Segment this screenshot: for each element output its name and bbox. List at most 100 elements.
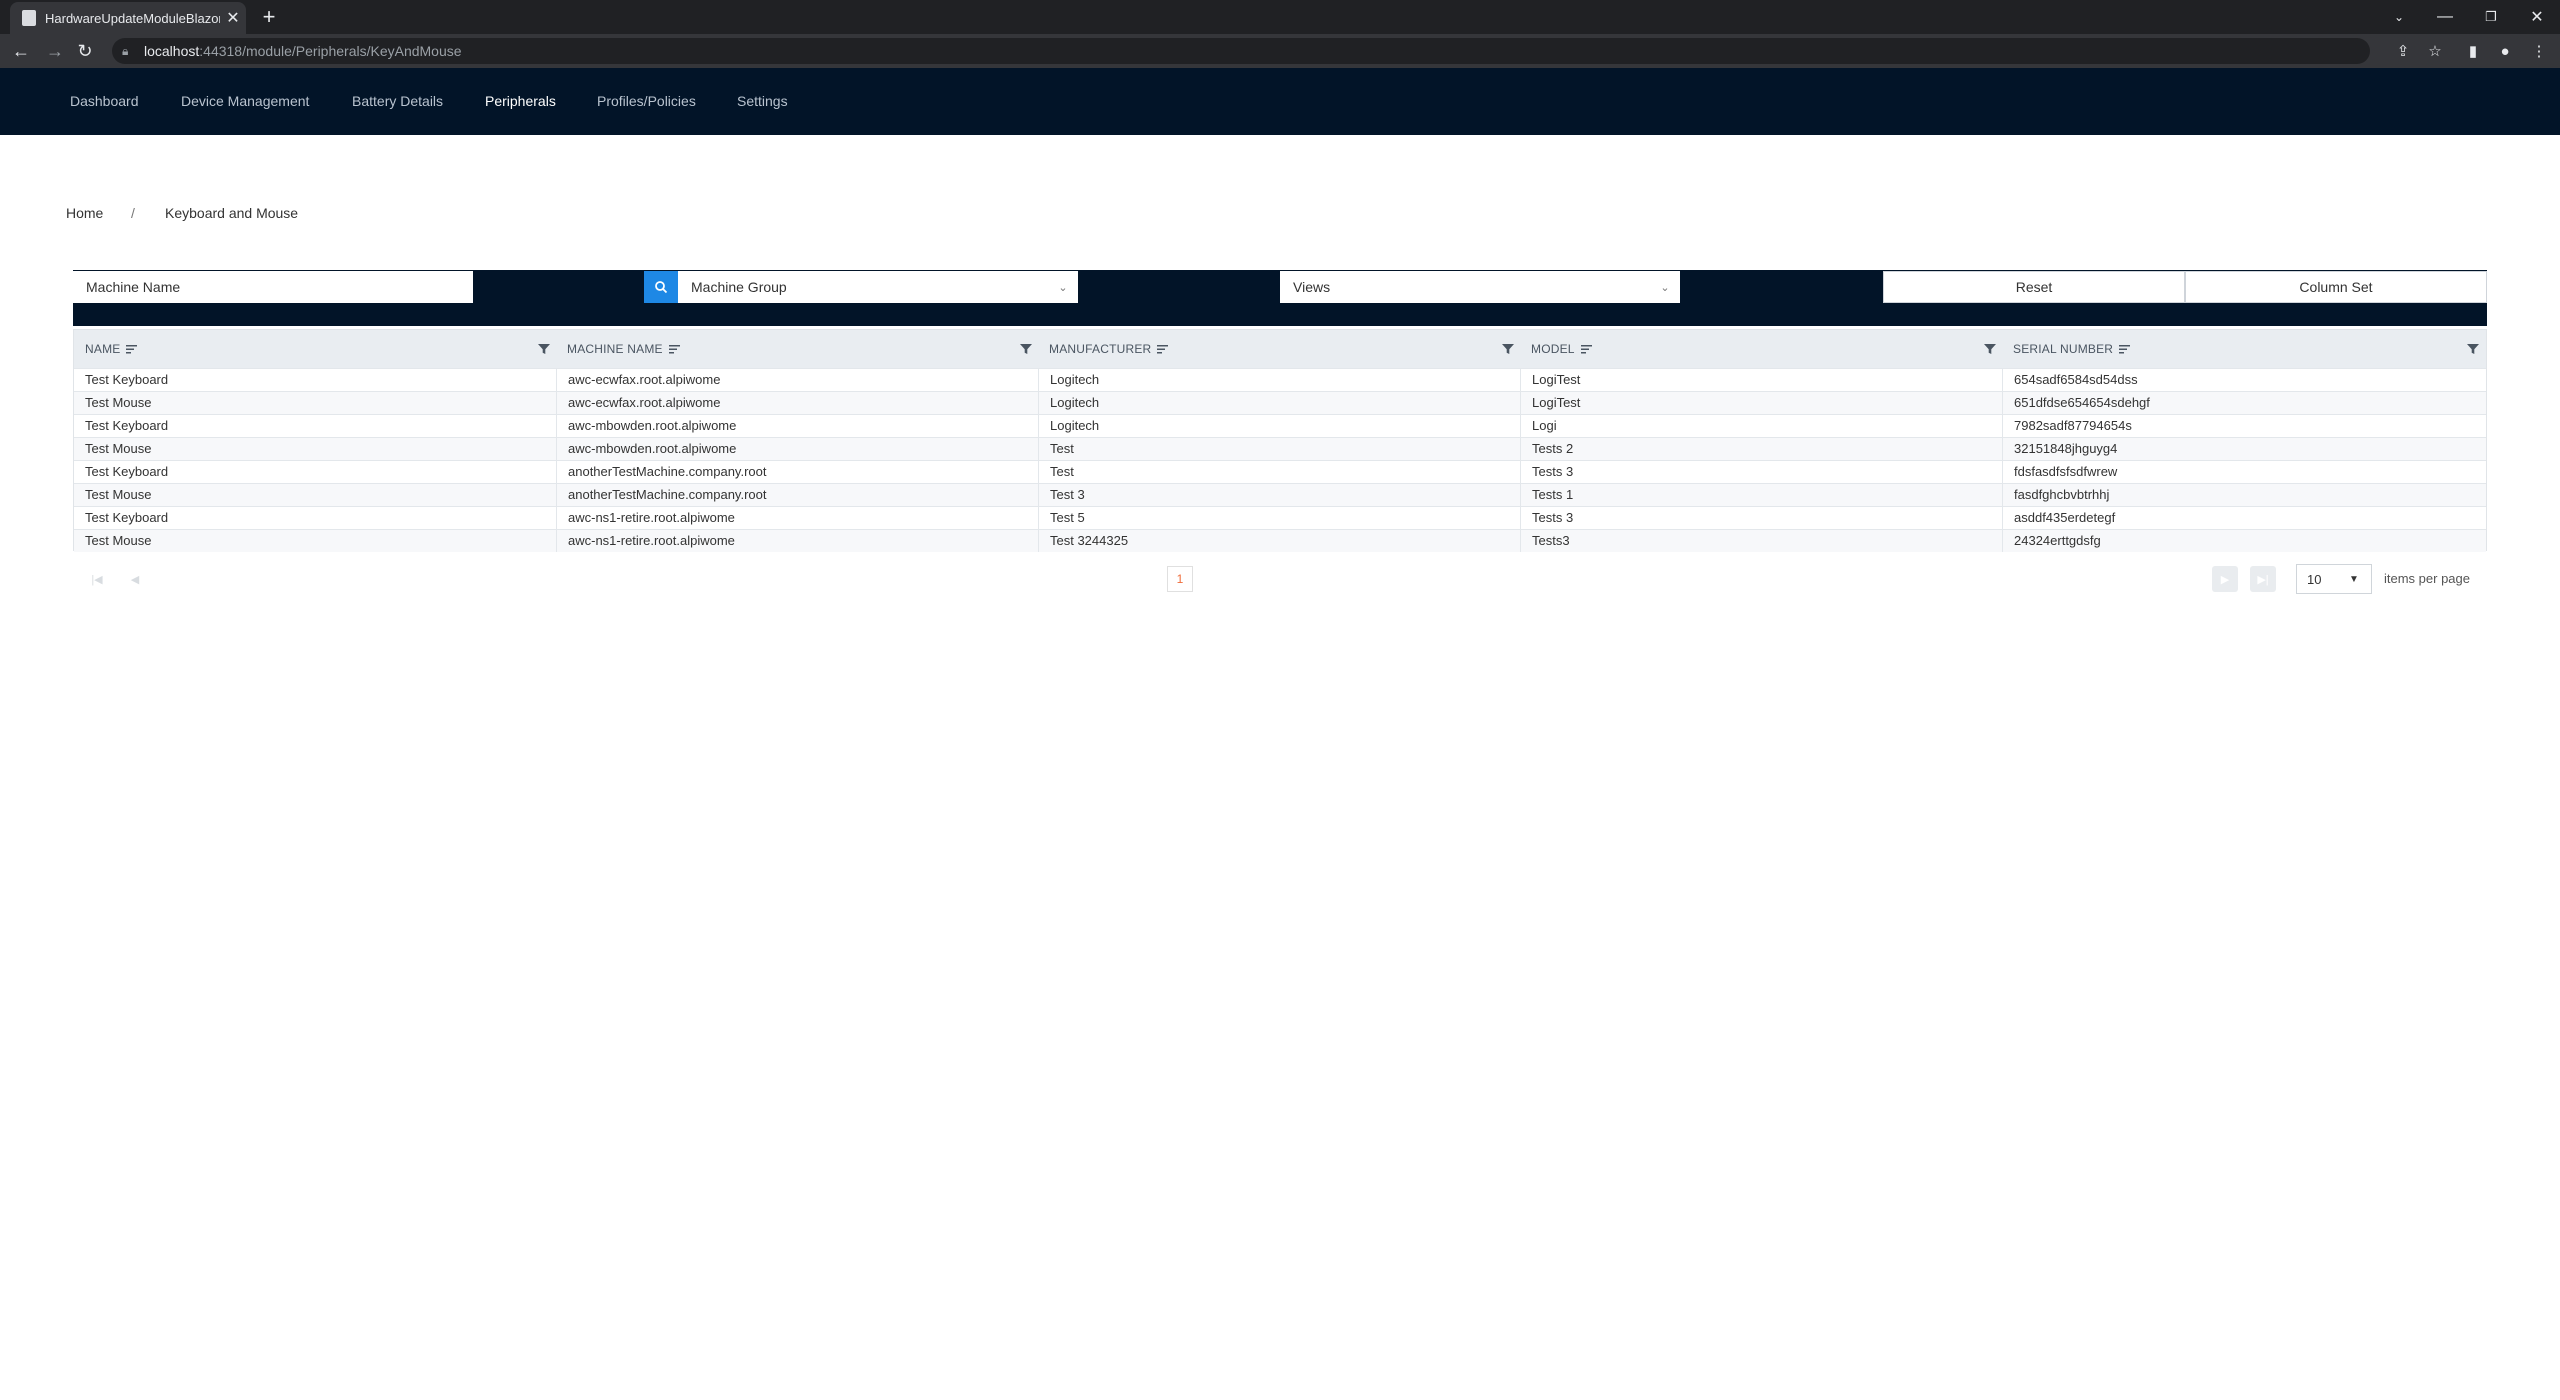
reload-icon[interactable]: ↻ [72, 38, 98, 64]
star-icon[interactable]: ☆ [2422, 38, 2448, 64]
table-row[interactable]: Test Keyboard awc-ns1-retire.root.alpiwo… [74, 506, 2486, 529]
cell-serial-number: fdsfasdfsfsdfwrew [2002, 461, 2486, 483]
chevron-down-icon: ⌄ [1660, 281, 1670, 294]
cell-model: Tests 3 [1520, 461, 2002, 483]
address-bar-row: ← → ↻ 🔒︎ localhost:44318/module/Peripher… [0, 34, 2560, 68]
table-row[interactable]: Test Keyboard awc-ecwfax.root.alpiwome L… [74, 368, 2486, 391]
sort-icon[interactable] [126, 344, 138, 354]
url-text: localhost:44318/module/Peripherals/KeyAn… [144, 43, 462, 59]
chevron-down-icon: ⌄ [1058, 281, 1068, 294]
last-page-icon[interactable]: ▶| [2250, 566, 2276, 592]
close-icon[interactable]: ✕ [220, 8, 246, 28]
filter-bar: Machine Name Machine Group ⌄ Views ⌄ Res… [73, 270, 2487, 326]
cell-serial-number: 651dfdse654654sdehgf [2002, 392, 2486, 414]
column-set-button[interactable]: Column Set [2185, 271, 2487, 303]
column-header-machine-name[interactable]: MACHINE NAME [556, 330, 681, 368]
cell-machine-name: awc-ns1-retire.root.alpiwome [556, 507, 1038, 529]
reset-button[interactable]: Reset [1883, 271, 2185, 303]
pager: |◀ ◀ 1 ▶ ▶| 10 ▼ items per page [73, 561, 2487, 597]
cell-serial-number: 24324erttgdsfg [2002, 530, 2486, 552]
breadcrumb-current: Keyboard and Mouse [165, 205, 299, 221]
filter-icon[interactable] [1984, 343, 1996, 355]
cell-manufacturer: Test 3 [1038, 484, 1520, 506]
page-size-select[interactable]: 10 ▼ [2296, 564, 2372, 594]
cell-manufacturer: Logitech [1038, 415, 1520, 437]
cell-model: Tests 3 [1520, 507, 2002, 529]
nav-dashboard[interactable]: Dashboard [70, 68, 139, 135]
machine-name-input[interactable]: Machine Name [73, 271, 473, 303]
cell-machine-name: awc-ecwfax.root.alpiwome [556, 369, 1038, 391]
nav-settings[interactable]: Settings [737, 68, 788, 135]
prev-page-icon[interactable]: ◀ [122, 566, 148, 592]
table-row[interactable]: Test Keyboard awc-mbowden.root.alpiwome … [74, 414, 2486, 437]
browser-tab[interactable]: HardwareUpdateModuleBlazor ✕ [10, 2, 246, 34]
cell-model: LogiTest [1520, 392, 2002, 414]
sort-icon[interactable] [668, 344, 681, 354]
profile-icon[interactable]: ● [2492, 38, 2518, 64]
machine-group-select[interactable]: Machine Group ⌄ [678, 271, 1078, 303]
cell-manufacturer: Test 5 [1038, 507, 1520, 529]
cell-manufacturer: Test [1038, 438, 1520, 460]
share-icon[interactable]: ⇪ [2390, 38, 2416, 64]
cell-manufacturer: Test 3244325 [1038, 530, 1520, 552]
cell-name: Test Mouse [85, 533, 152, 548]
nav-peripherals[interactable]: Peripherals [485, 68, 556, 135]
column-header-model[interactable]: MODEL [1520, 330, 1593, 368]
sort-icon[interactable] [2119, 344, 2131, 354]
views-select[interactable]: Views ⌄ [1280, 271, 1680, 303]
minimize-icon[interactable]: — [2422, 0, 2468, 34]
cell-serial-number: asddf435erdetegf [2002, 507, 2486, 529]
chevron-down-icon[interactable]: ⌄ [2376, 0, 2422, 34]
back-icon[interactable]: ← [8, 38, 34, 64]
cell-model: Logi [1520, 415, 2002, 437]
table-row[interactable]: Test Keyboard anotherTestMachine.company… [74, 460, 2486, 483]
sort-icon[interactable] [1157, 344, 1169, 354]
caret-down-icon: ▼ [2349, 573, 2359, 585]
cell-name: Test Keyboard [85, 372, 169, 387]
sort-icon[interactable] [1580, 344, 1593, 354]
close-window-icon[interactable]: ✕ [2514, 0, 2560, 34]
table-row[interactable]: Test Mouse awc-mbowden.root.alpiwome Tes… [74, 437, 2486, 460]
breadcrumb-home[interactable]: Home [66, 205, 103, 221]
nav-battery-details[interactable]: Battery Details [352, 68, 443, 135]
cell-name: Test Mouse [85, 441, 152, 456]
cell-model: LogiTest [1520, 369, 2002, 391]
table-row[interactable]: Test Mouse awc-ecwfax.root.alpiwome Logi… [74, 391, 2486, 414]
lock-icon: 🔒︎ [122, 43, 129, 58]
column-header-name[interactable]: NAME [74, 330, 138, 368]
filter-icon[interactable] [2467, 343, 2479, 355]
cell-name: Test Keyboard [85, 464, 169, 479]
menu-icon[interactable]: ⋮ [2526, 38, 2552, 64]
cell-model: Tests 1 [1520, 484, 2002, 506]
table-row[interactable]: Test Mouse anotherTestMachine.company.ro… [74, 483, 2486, 506]
sidebar-icon[interactable]: ▮ [2460, 38, 2486, 64]
cell-machine-name: awc-mbowden.root.alpiwome [556, 438, 1038, 460]
column-header-manufacturer[interactable]: MANUFACTURER [1038, 330, 1169, 368]
address-input[interactable]: 🔒︎ localhost:44318/module/Peripherals/Ke… [112, 38, 2370, 64]
table-row[interactable]: Test Mouse awc-ns1-retire.root.alpiwome … [74, 529, 2486, 552]
cell-name: Test Keyboard [85, 510, 169, 525]
column-header-serial-number[interactable]: SERIAL NUMBER [2002, 330, 2131, 368]
filter-icon[interactable] [1020, 343, 1032, 355]
grid-header: NAME MACHINE NAME MANUFACTURER MODEL SER… [74, 330, 2486, 368]
app-navbar: Dashboard Device Management Battery Deta… [0, 68, 2560, 135]
breadcrumb-separator: / [131, 205, 135, 221]
page-number[interactable]: 1 [1167, 566, 1193, 592]
cell-serial-number: fasdfghcbvbtrhhj [2002, 484, 2486, 506]
filter-icon[interactable] [1502, 343, 1514, 355]
plus-icon[interactable]: + [256, 6, 282, 30]
browser-tabstrip: HardwareUpdateModuleBlazor ✕ + ⌄ — ❐ ✕ [0, 0, 2560, 34]
forward-icon[interactable]: → [42, 38, 68, 64]
cell-manufacturer: Logitech [1038, 369, 1520, 391]
cell-name: Test Keyboard [85, 418, 169, 433]
nav-device-management[interactable]: Device Management [181, 68, 309, 135]
first-page-icon[interactable]: |◀ [84, 566, 110, 592]
filter-icon[interactable] [538, 343, 550, 355]
cell-serial-number: 7982sadf87794654s [2002, 415, 2486, 437]
search-button[interactable] [644, 271, 678, 303]
next-page-icon[interactable]: ▶ [2212, 566, 2238, 592]
nav-profiles-policies[interactable]: Profiles/Policies [597, 68, 696, 135]
search-icon [655, 281, 668, 294]
restore-icon[interactable]: ❐ [2468, 0, 2514, 34]
cell-manufacturer: Logitech [1038, 392, 1520, 414]
